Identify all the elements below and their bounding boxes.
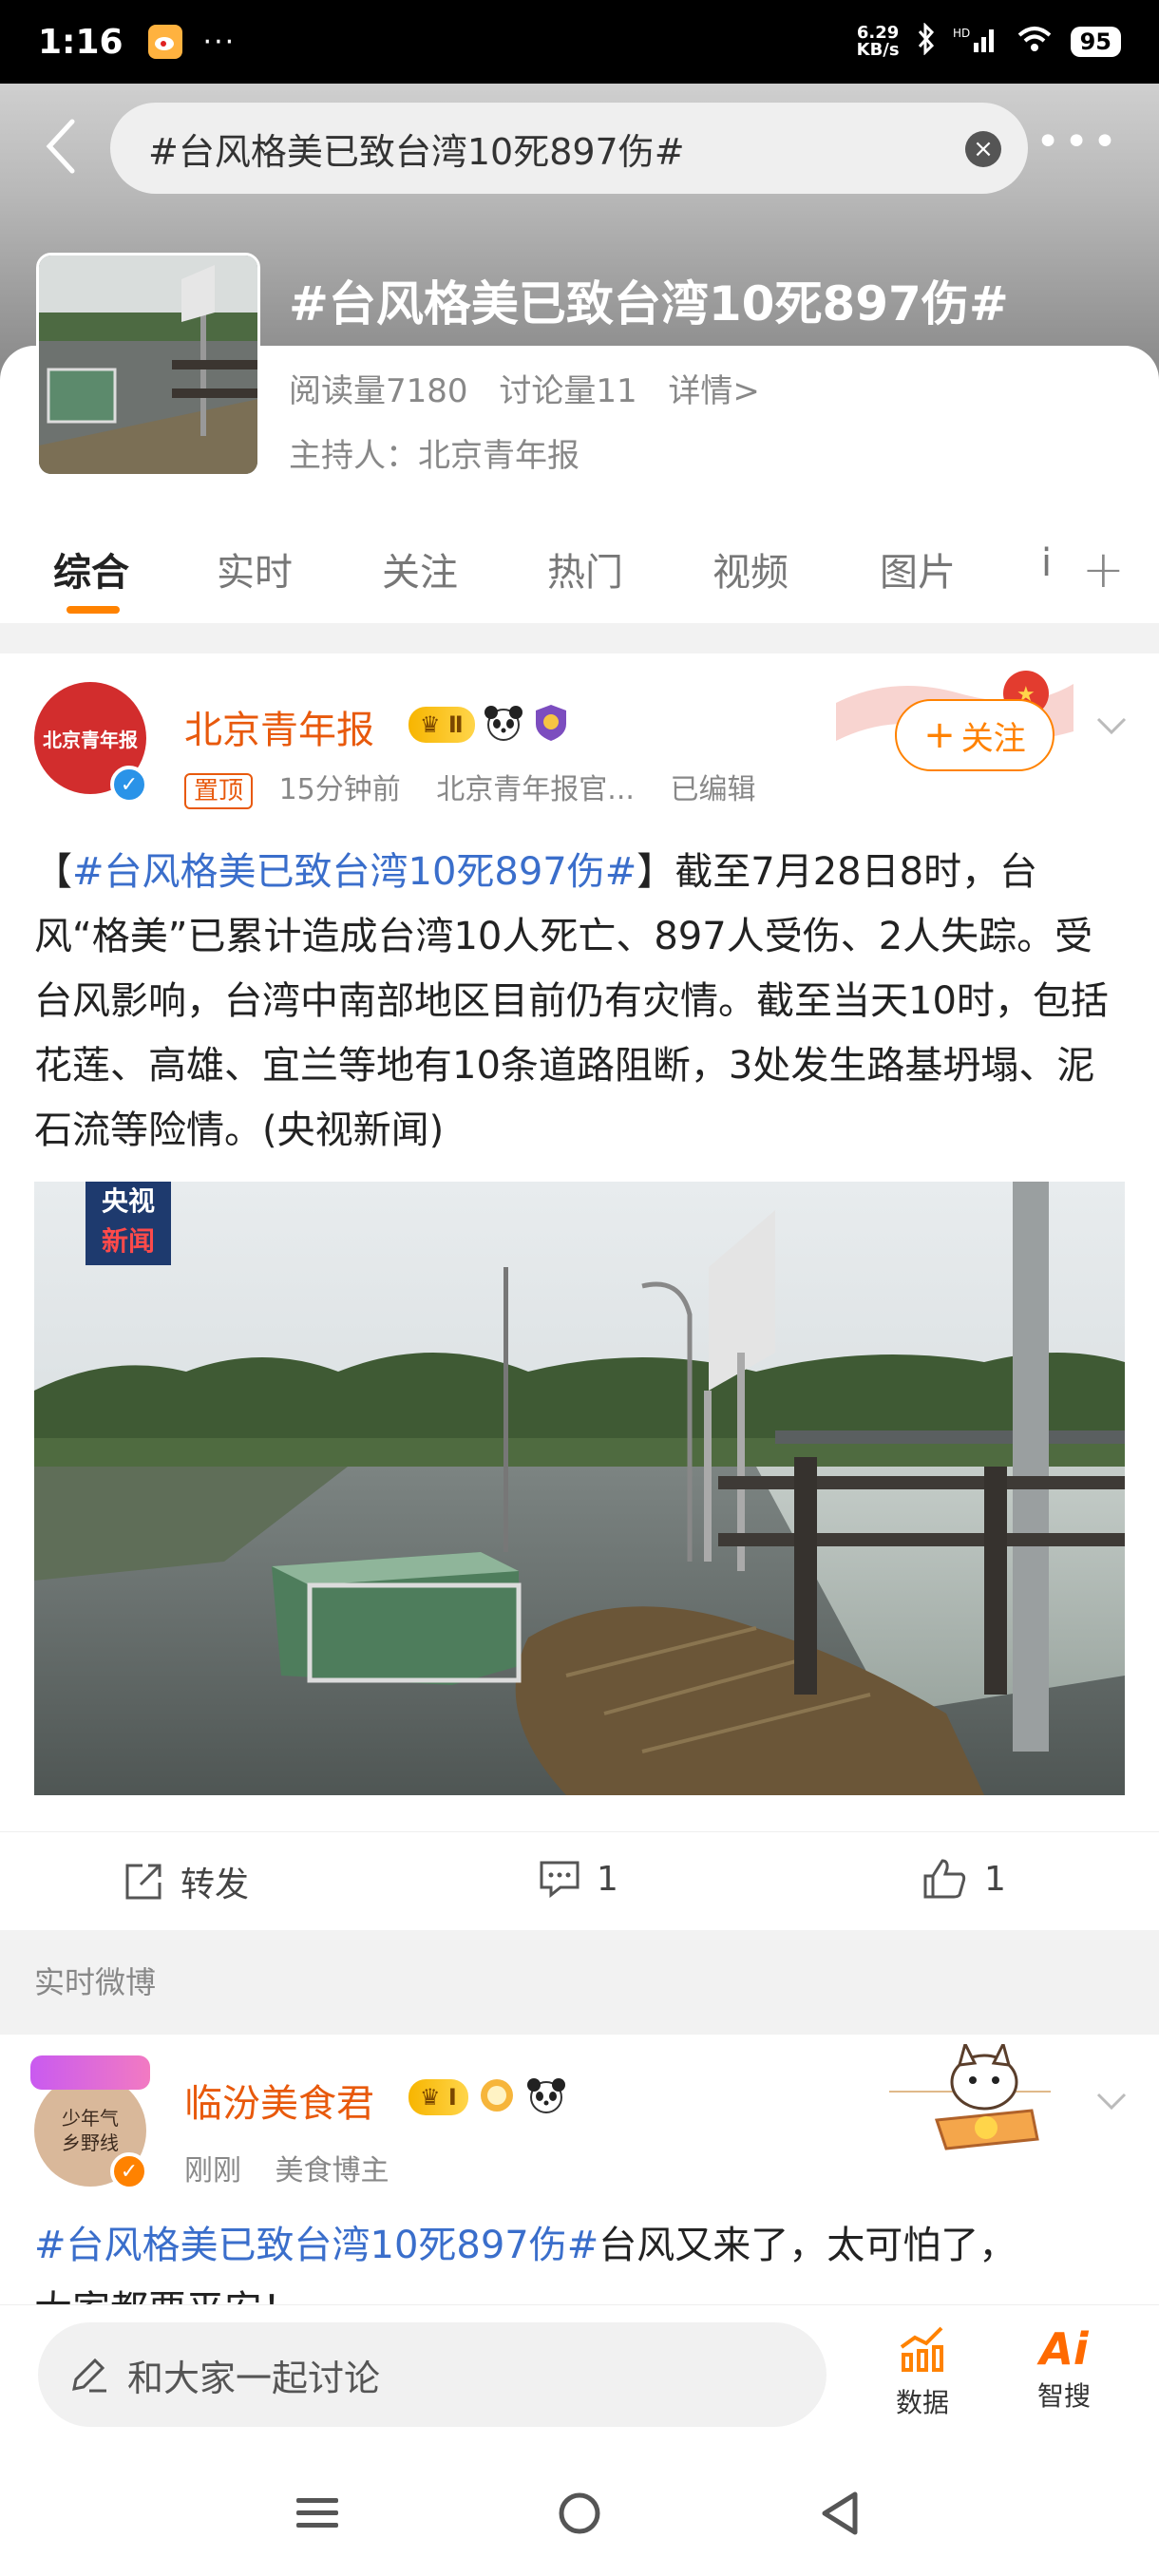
tab-bar: 综合 实时 关注 热门 视频 图片 i + xyxy=(0,532,1159,623)
chevron-down-icon[interactable] xyxy=(1094,709,1129,743)
active-tab-indicator xyxy=(66,606,120,614)
section-divider xyxy=(0,623,1159,653)
data-button[interactable]: 数据 xyxy=(875,2322,970,2420)
back-triangle-icon[interactable] xyxy=(817,2489,863,2538)
tab-hot[interactable]: 热门 xyxy=(547,541,623,597)
panda-icon xyxy=(483,704,524,746)
vip-badge: ♛ Ⅱ xyxy=(408,707,475,743)
post-text: 【#台风格美已致台湾10死897伤#】截至7月28日8时，台风“格美”已累计造成… xyxy=(34,850,1109,1152)
post-card[interactable]: 少年气 乡野线 ✓ 临汾美食君 ♛ Ⅰ 刚刚 美食博主 #台风格美已致台湾10死… xyxy=(0,2035,1159,2304)
menu-icon[interactable] xyxy=(294,2492,340,2534)
search-query-text: #台风格美已致台湾10死897伤# xyxy=(148,130,685,173)
user-badges: ♛ Ⅱ xyxy=(408,703,570,747)
avatar-text: 北京青年报 xyxy=(43,728,138,751)
read-count: 阅读量7180 xyxy=(289,372,468,410)
chevron-down-icon[interactable] xyxy=(1094,2084,1129,2118)
medal-icon xyxy=(478,2076,516,2118)
status-time: 1:16 xyxy=(38,22,124,62)
network-speed: 6.29 KB/s xyxy=(856,23,900,60)
svg-text:HD: HD xyxy=(953,27,970,40)
bottom-input-bar: 和大家一起讨论 数据 Ai 智搜 xyxy=(0,2304,1159,2458)
verified-icon: ✓ xyxy=(110,766,148,804)
signal-icon: HD xyxy=(953,24,998,60)
comment-icon xyxy=(540,1861,580,1899)
thumbs-up-icon xyxy=(923,1859,966,1899)
wifi-icon xyxy=(1016,24,1054,60)
topic-details-link[interactable]: 详情> xyxy=(668,372,760,410)
post-username[interactable]: 北京青年报 xyxy=(184,699,374,754)
search-row: #台风格美已致台湾10死897伤# × ••• xyxy=(0,95,1159,199)
post-actions: 转发 1 1 xyxy=(0,1831,1159,1930)
battery-level: 95 xyxy=(1070,27,1121,57)
topic-stats: 阅读量7180 讨论量11 详情> xyxy=(289,365,781,411)
post-text: #台风格美已致台湾10死897伤#台风又来了，太可怕了，大家都要平安！ xyxy=(34,2224,1017,2304)
back-button[interactable] xyxy=(42,118,80,175)
user-badges: ♛ Ⅰ xyxy=(408,2076,567,2118)
weibo-notification-icon xyxy=(147,25,182,59)
more-options-button[interactable]: ••• xyxy=(1036,122,1121,163)
comment-button[interactable]: 1 xyxy=(538,1857,618,1901)
post-username[interactable]: 临汾美食君 xyxy=(184,2073,374,2128)
vip-badge: ♛ Ⅰ xyxy=(408,2079,468,2115)
post-image[interactable]: 央视 新闻 xyxy=(34,1182,1125,1795)
like-button[interactable]: 1 xyxy=(922,1857,1006,1901)
panda-icon xyxy=(525,2076,567,2118)
tab-more-truncated[interactable]: i xyxy=(1041,541,1052,585)
post-role: 美食博主 xyxy=(275,2154,390,2188)
cctv-news-watermark: 央视 新闻 xyxy=(86,1182,171,1265)
search-input[interactable]: #台风格美已致台湾10死897伤# × xyxy=(110,103,1028,194)
status-more-dots: ··· xyxy=(202,25,237,59)
tab-images[interactable]: 图片 xyxy=(880,541,956,597)
avatar-frame-badge-icon xyxy=(30,2055,150,2090)
verified-icon: ✓ xyxy=(110,2152,148,2190)
bluetooth-icon xyxy=(917,22,936,61)
avatar-text: 少年气 乡野线 xyxy=(62,2107,119,2154)
add-tab-button[interactable]: + xyxy=(1082,540,1125,599)
post-meta: 置顶 15分钟前 北京青年报官... 已编辑 xyxy=(184,766,755,809)
repost-button[interactable]: 转发 xyxy=(122,1857,249,1906)
post-source: 北京青年报官... xyxy=(436,773,635,806)
post-time: 15分钟前 xyxy=(278,773,401,806)
hashtag-link[interactable]: #台风格美已致台湾10死897伤# xyxy=(72,850,636,894)
system-nav-bar xyxy=(0,2458,1159,2576)
tab-realtime[interactable]: 实时 xyxy=(217,541,293,597)
topic-title: #台风格美已致台湾10死897伤# xyxy=(289,276,1009,331)
discuss-input[interactable]: 和大家一起讨论 xyxy=(38,2322,826,2427)
section-realtime-label: 实时微博 xyxy=(0,1930,1159,2035)
shield-badge-icon xyxy=(532,703,570,747)
pencil-icon xyxy=(72,2358,106,2393)
status-bar: 1:16 ··· 6.29 KB/s HD 95 xyxy=(0,0,1159,84)
post-edited: 已编辑 xyxy=(670,773,756,806)
pinned-badge: 置顶 xyxy=(184,773,254,809)
discussion-count: 讨论量11 xyxy=(499,372,637,410)
follow-button[interactable]: + 关注 xyxy=(895,699,1054,771)
cat-toast-sticker-icon xyxy=(880,2039,1060,2158)
bar-chart-icon xyxy=(900,2326,943,2372)
post-meta: 刚刚 美食博主 xyxy=(184,2147,390,2188)
home-icon[interactable] xyxy=(557,2491,602,2536)
share-icon xyxy=(125,1864,162,1900)
tab-video[interactable]: 视频 xyxy=(712,541,788,597)
topic-thumbnail xyxy=(36,253,260,477)
topic-host: 主持人：北京青年报 xyxy=(289,437,580,475)
post-time: 刚刚 xyxy=(184,2154,241,2188)
hashtag-link[interactable]: #台风格美已致台湾10死897伤# xyxy=(34,2224,598,2267)
ai-icon: Ai xyxy=(1039,2323,1089,2375)
clear-search-icon[interactable]: × xyxy=(965,131,1001,167)
tab-following[interactable]: 关注 xyxy=(382,541,458,597)
tab-comprehensive[interactable]: 综合 xyxy=(53,541,129,597)
ai-search-button[interactable]: Ai 智搜 xyxy=(1016,2322,1112,2414)
